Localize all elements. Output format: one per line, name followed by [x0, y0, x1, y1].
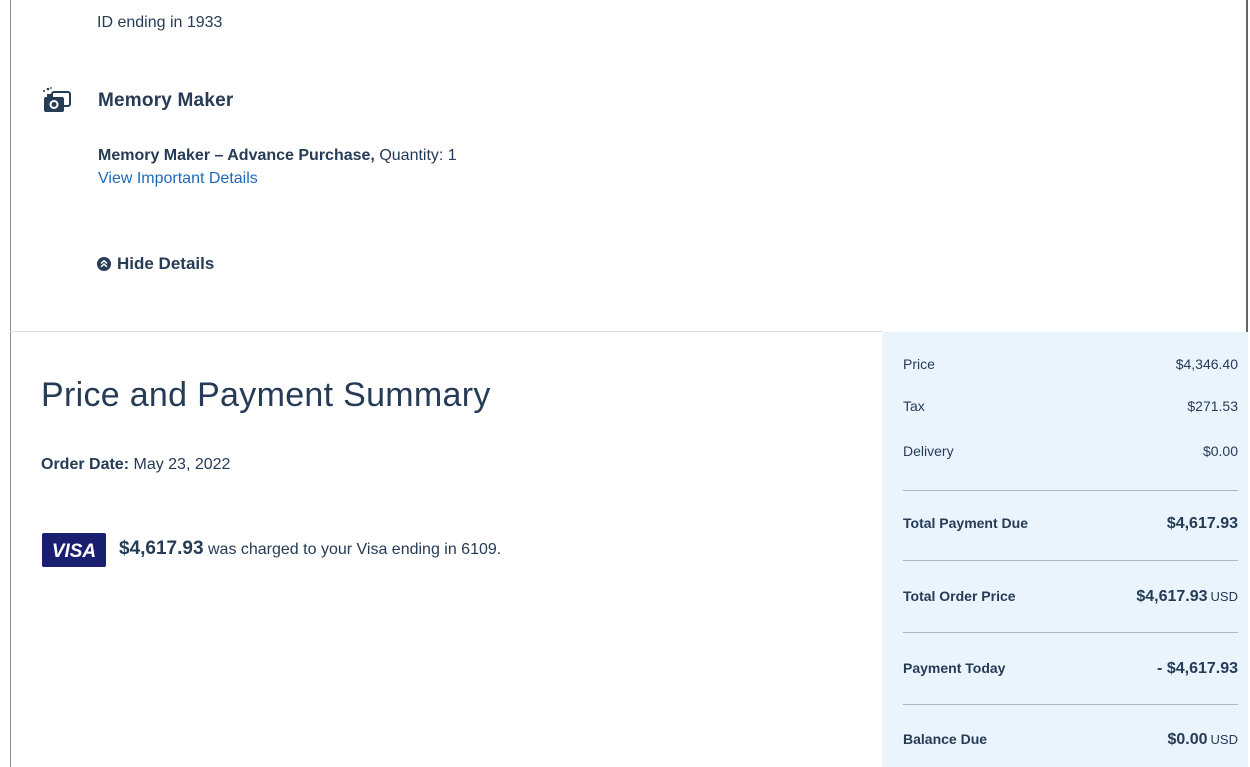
payment-today-label: Payment Today — [903, 660, 1006, 676]
visa-card-icon: VISA — [42, 533, 106, 567]
hide-details-label: Hide Details — [117, 254, 215, 273]
payment-today-value: - $4,617.93 — [1157, 660, 1238, 677]
panel-separator — [903, 490, 1238, 491]
product-name: Memory Maker – Advance Purchase, — [98, 147, 375, 164]
view-important-details-link[interactable]: View Important Details — [98, 170, 258, 188]
total-order-price-row: Total Order Price $4,617.93 USD — [903, 588, 1238, 606]
total-payment-due-label: Total Payment Due — [903, 515, 1028, 531]
price-row: Price $4,346.40 — [903, 356, 1238, 372]
tax-row: Tax $271.53 — [903, 398, 1238, 414]
hide-details-toggle[interactable]: Hide Details — [97, 254, 214, 274]
total-order-price-label: Total Order Price — [903, 588, 1016, 604]
order-date-value: May 23, 2022 — [133, 456, 231, 473]
tax-value: $271.53 — [1187, 398, 1238, 414]
frame-left-border — [10, 0, 11, 767]
delivery-label: Delivery — [903, 443, 954, 459]
panel-separator — [903, 632, 1238, 633]
balance-due-label: Balance Due — [903, 731, 988, 747]
price-label: Price — [903, 356, 935, 372]
section-divider — [10, 331, 882, 332]
charge-line: $4,617.93 was charged to your Visa endin… — [119, 538, 501, 560]
chevron-up-circle-icon — [97, 257, 111, 271]
total-payment-due-row: Total Payment Due $4,617.93 — [903, 515, 1238, 533]
panel-separator — [903, 560, 1238, 561]
price-summary-panel: Price $4,346.40 Tax $271.53 Delivery $0.… — [882, 332, 1248, 767]
order-details-page: ID ending in 1933 Memory Maker Memory Ma… — [0, 0, 1250, 767]
total-order-price-amount: $4,617.93 — [1136, 588, 1208, 605]
total-order-price-value: $4,617.93 USD — [1136, 588, 1238, 606]
charge-text: was charged to your Visa ending in 6109. — [207, 541, 502, 558]
balance-due-value: $0.00 USD — [1168, 731, 1239, 749]
delivery-value: $0.00 — [1202, 443, 1238, 459]
delivery-row: Delivery $0.00 — [903, 443, 1238, 459]
page-title: Price and Payment Summary — [41, 376, 491, 414]
id-ending-text: ID ending in 1933 — [97, 14, 223, 31]
tax-label: Tax — [903, 398, 925, 414]
total-payment-due-value: $4,617.93 — [1166, 515, 1238, 532]
charge-amount: $4,617.93 — [119, 538, 204, 559]
balance-due-row: Balance Due $0.00 USD — [903, 731, 1238, 749]
currency-unit: USD — [1210, 732, 1238, 747]
payment-today-row: Payment Today - $4,617.93 — [903, 660, 1238, 678]
product-quantity: Quantity: 1 — [379, 147, 457, 164]
order-date: Order Date: May 23, 2022 — [41, 456, 230, 474]
frame-right-border — [1246, 0, 1248, 332]
section-title: Memory Maker — [98, 90, 234, 111]
balance-due-amount: $0.00 — [1167, 731, 1208, 748]
visa-logo-text: VISA — [52, 541, 96, 562]
price-value: $4,346.40 — [1175, 356, 1238, 372]
order-date-label: Order Date: — [41, 456, 130, 473]
currency-unit: USD — [1210, 589, 1238, 604]
product-line: Memory Maker – Advance Purchase, Quantit… — [98, 147, 457, 165]
panel-separator — [903, 704, 1238, 705]
camera-icon — [43, 87, 71, 112]
